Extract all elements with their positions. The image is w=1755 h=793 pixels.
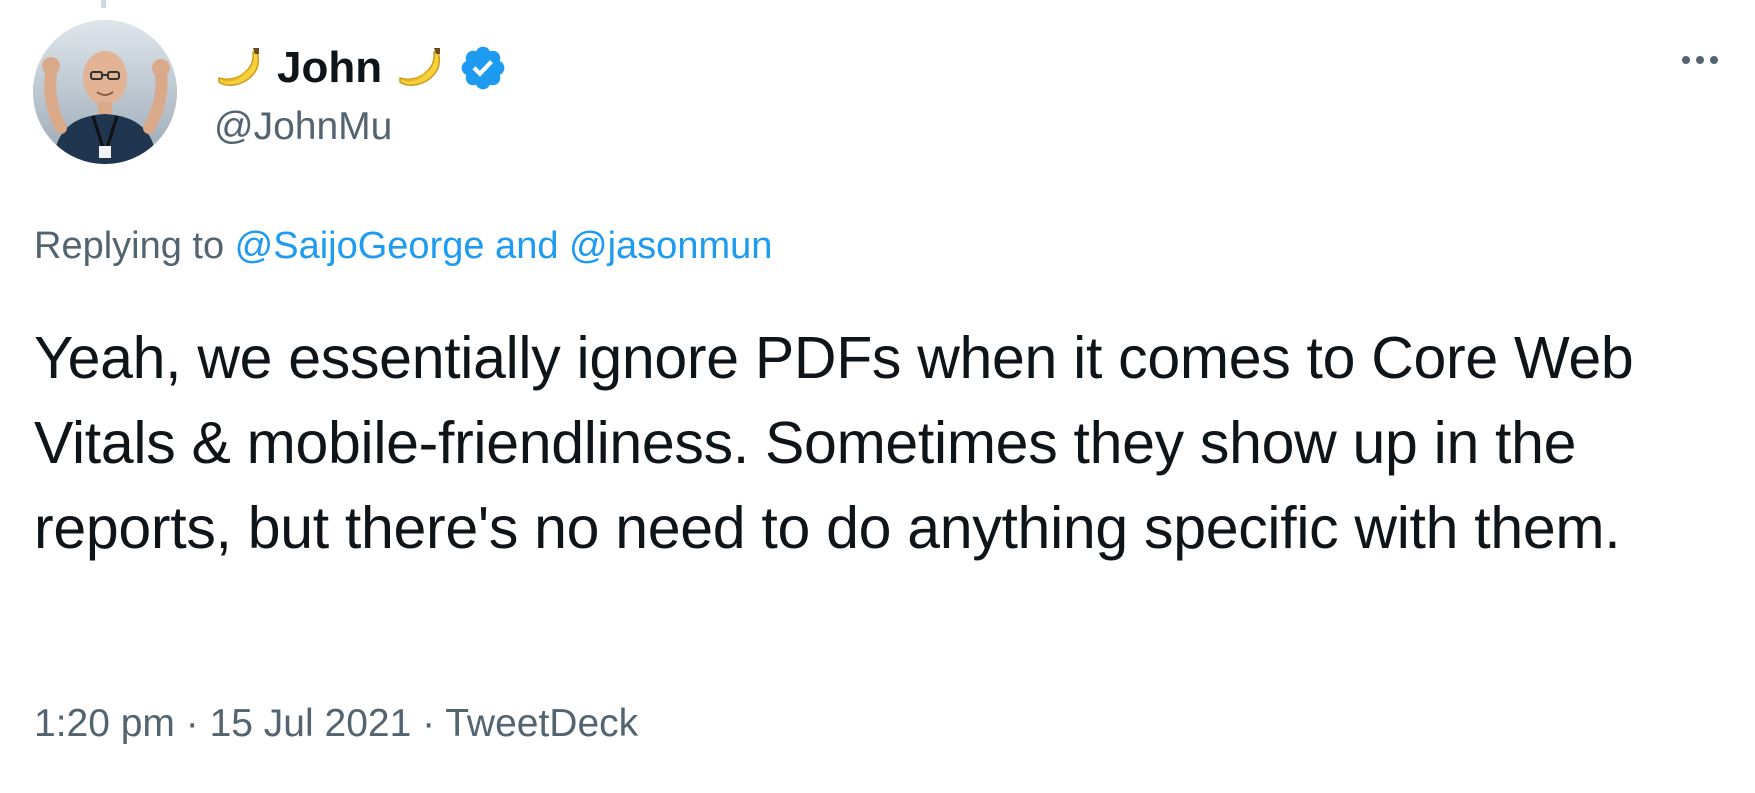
avatar-photo	[33, 20, 177, 164]
replying-to-prefix: Replying to	[34, 225, 235, 267]
tweet-metadata: 1:20 pm · 15 Jul 2021 · TweetDeck	[34, 695, 638, 753]
avatar[interactable]	[33, 20, 177, 164]
meta-separator: ·	[174, 702, 210, 745]
more-horizontal-icon	[1696, 56, 1704, 64]
meta-separator: ·	[411, 702, 446, 745]
mention-link-jasonmun[interactable]: @jasonmun	[569, 225, 772, 267]
banana-icon	[399, 48, 441, 86]
tweet-time-link[interactable]: 1:20 pm	[34, 702, 175, 745]
banana-icon	[218, 48, 260, 86]
tweet-date-link[interactable]: 15 Jul 2021	[210, 702, 412, 745]
more-options-button[interactable]	[1670, 38, 1730, 82]
mention-link-saijogeorge[interactable]: @SaijoGeorge	[235, 225, 485, 267]
more-horizontal-icon	[1710, 56, 1718, 64]
thread-connector-line	[101, 0, 106, 8]
author-name-row[interactable]: John	[213, 38, 508, 98]
author-display-name[interactable]: John	[277, 46, 382, 90]
tweet-source-link[interactable]: TweetDeck	[445, 702, 638, 745]
replying-connector[interactable]: and	[485, 225, 570, 267]
verified-badge-icon	[461, 46, 505, 90]
author-handle[interactable]: @JohnMu	[214, 98, 392, 156]
replying-to-line: Replying to @SaijoGeorge and @jasonmun	[34, 218, 772, 274]
more-horizontal-icon	[1682, 56, 1690, 64]
tweet-text: Yeah, we essentially ignore PDFs when it…	[34, 325, 1634, 561]
